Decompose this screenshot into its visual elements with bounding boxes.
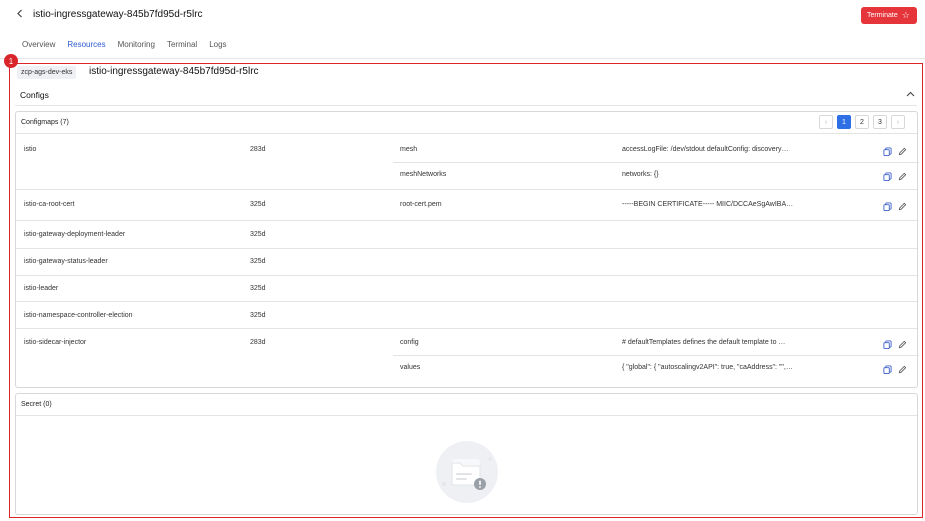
page-1-button[interactable]: 1 [837, 115, 851, 129]
configmap-age: 325d [250, 285, 266, 292]
page-2-button[interactable]: 2 [855, 115, 869, 129]
row-divider [16, 248, 917, 249]
tab-bar: Overview Resources Monitoring Terminal L… [16, 37, 233, 59]
tab-monitoring[interactable]: Monitoring [112, 37, 161, 59]
secret-title: Secret (0) [21, 401, 52, 408]
row-actions [882, 201, 907, 211]
row-divider [16, 328, 917, 329]
configs-divider [15, 105, 917, 106]
cluster-chip: zcp-ags-dev-eks [17, 66, 77, 79]
copy-icon[interactable] [882, 364, 892, 374]
page-header: istio-ingressgateway-845b7fd95d-r5lrc Te… [0, 0, 925, 32]
configmap-key: meshNetworks [400, 171, 447, 178]
star-icon: ☆ [901, 10, 910, 20]
configmap-name: istio-ca-root-cert [24, 201, 75, 208]
configmap-age: 325d [250, 258, 266, 265]
chevron-up-icon [906, 89, 915, 99]
pod-name: istio-ingressgateway-845b7fd95d-r5lrc [89, 66, 259, 77]
configmap-age: 283d [250, 339, 266, 346]
row-divider [16, 301, 917, 302]
configmap-name: istio-gateway-deployment-leader [24, 231, 126, 238]
copy-icon[interactable] [882, 339, 892, 349]
configmap-name: istio-sidecar-injector [24, 339, 87, 346]
configmap-name: istio-leader [24, 285, 59, 292]
tab-resources[interactable]: Resources [61, 37, 112, 59]
configmap-name: istio-namespace-controller-election [24, 312, 133, 319]
row-divider [16, 275, 917, 276]
configmap-name: istio [24, 146, 37, 153]
edit-icon[interactable] [897, 339, 907, 349]
configmap-value: { "global": { "autoscalingv2API": true, … [622, 364, 793, 371]
configmap-name: istio-gateway-status-leader [24, 258, 108, 265]
annotation-badge: 1 [4, 54, 18, 68]
row-actions [882, 146, 907, 156]
configmap-value: accessLogFile: /dev/stdout defaultConfig… [622, 146, 789, 153]
configmap-key: values [400, 364, 421, 371]
page-3-button[interactable]: 3 [873, 115, 887, 129]
terminate-button[interactable]: Terminate ☆ [861, 7, 917, 24]
row-actions [882, 364, 907, 374]
edit-icon[interactable] [897, 146, 907, 156]
tab-logs[interactable]: Logs [203, 37, 232, 59]
row-divider [16, 189, 917, 190]
copy-icon[interactable] [882, 146, 892, 156]
configmap-value: # defaultTemplates defines the default t… [622, 339, 786, 346]
edit-icon[interactable] [897, 201, 907, 211]
copy-icon[interactable] [882, 201, 892, 211]
configs-section-title: Configs [20, 90, 49, 100]
configmap-value: networks: {} [622, 171, 659, 178]
row-divider [16, 220, 917, 221]
configmap-key: root-cert.pem [400, 201, 442, 208]
configmaps-card: Configmaps (7) ‹ 1 2 3 › istio 283d mesh… [15, 111, 919, 388]
configmap-key: mesh [400, 146, 418, 153]
secret-card: Secret (0) [15, 393, 918, 515]
back-button[interactable] [13, 8, 27, 22]
configmap-age: 325d [250, 201, 266, 208]
sub-row-divider [393, 355, 919, 356]
configmaps-title: Configmaps (7) [21, 119, 69, 126]
row-actions [882, 339, 907, 349]
configmap-age: 325d [250, 231, 266, 238]
sub-row-divider [393, 162, 919, 163]
prev-page-button[interactable]: ‹ [819, 115, 833, 129]
configmap-key: config [400, 339, 419, 346]
chevron-left-icon [16, 9, 24, 21]
edit-icon[interactable] [897, 171, 907, 181]
edit-icon[interactable] [897, 364, 907, 374]
configmap-age: 283d [250, 146, 266, 153]
terminate-label: Terminate [867, 12, 898, 19]
pagination: ‹ 1 2 3 › [819, 115, 905, 129]
collapse-button[interactable] [906, 89, 915, 99]
card-header-divider [16, 415, 917, 416]
next-page-button[interactable]: › [891, 115, 905, 129]
configmap-value: -----BEGIN CERTIFICATE----- MIIC/DCCAeSg… [622, 201, 794, 208]
configmap-age: 325d [250, 312, 266, 319]
row-actions [882, 171, 907, 181]
tab-overview[interactable]: Overview [16, 37, 61, 59]
tabs-divider [0, 58, 925, 59]
tab-terminal[interactable]: Terminal [161, 37, 203, 59]
card-header-divider [16, 133, 917, 134]
empty-folder-icon [434, 439, 500, 505]
copy-icon[interactable] [882, 171, 892, 181]
page-title: istio-ingressgateway-845b7fd95d-r5lrc [33, 9, 203, 20]
